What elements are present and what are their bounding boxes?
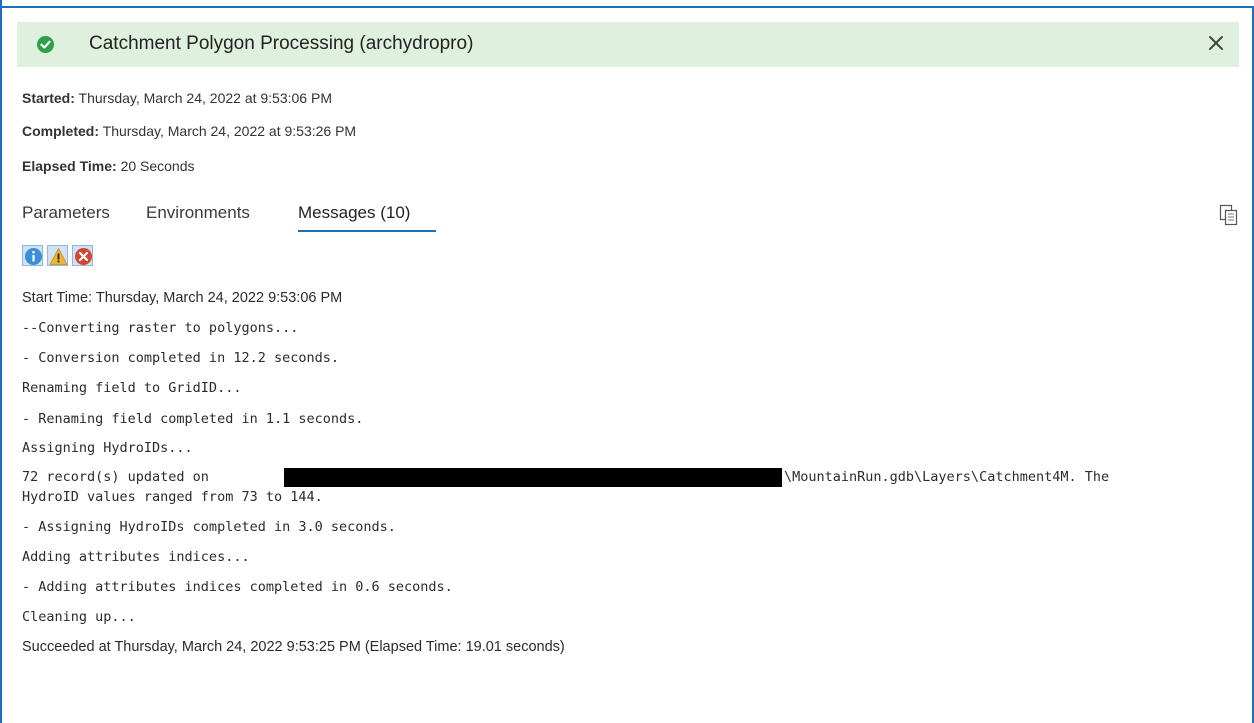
geoprocessing-details-window: Catchment Polygon Processing (archydropr… <box>0 0 1254 723</box>
info-icon <box>25 248 42 265</box>
copy-icon[interactable] <box>1219 204 1239 226</box>
close-icon[interactable] <box>1205 32 1227 54</box>
error-icon <box>75 248 92 265</box>
window-border-left <box>0 6 2 723</box>
active-tab-indicator <box>298 230 436 232</box>
check-circle-icon <box>37 36 54 53</box>
completed-row: Completed: Thursday, March 24, 2022 at 9… <box>22 123 356 139</box>
error-filter-button[interactable] <box>72 245 93 266</box>
message-line: Succeeded at Thursday, March 24, 2022 9:… <box>22 639 565 655</box>
completed-label: Completed: <box>22 123 99 139</box>
details-panel: Catchment Polygon Processing (archydropr… <box>17 22 1239 723</box>
info-filter-button[interactable] <box>22 245 43 266</box>
tab-messages[interactable]: Messages (10) <box>298 203 410 223</box>
warning-icon <box>49 247 68 265</box>
message-line: Cleaning up... <box>22 609 136 625</box>
message-line: Assigning HydroIDs... <box>22 440 193 456</box>
message-line: Adding attributes indices... <box>22 549 250 565</box>
message-line: Start Time: Thursday, March 24, 2022 9:5… <box>22 290 343 306</box>
started-row: Started: Thursday, March 24, 2022 at 9:5… <box>22 90 332 106</box>
window-border-top <box>0 6 1254 8</box>
completed-value: Thursday, March 24, 2022 at 9:53:26 PM <box>102 123 357 139</box>
message-line-path: \MountainRun.gdb\Layers\Catchment4M. The <box>784 469 1110 485</box>
message-line: --Converting raster to polygons... <box>22 320 299 336</box>
message-line: Renaming field to GridID... <box>22 380 242 396</box>
message-line: - Assigning HydroIDs completed in 3.0 se… <box>22 519 396 535</box>
message-line: 72 record(s) updated on <box>22 469 209 485</box>
tab-parameters[interactable]: Parameters <box>22 203 110 223</box>
elapsed-label: Elapsed Time: <box>22 158 117 174</box>
started-label: Started: <box>22 90 75 106</box>
message-line: - Renaming field completed in 1.1 second… <box>22 411 364 427</box>
started-value: Thursday, March 24, 2022 at 9:53:06 PM <box>78 90 332 106</box>
message-line: HydroID values ranged from 73 to 144. <box>22 489 323 505</box>
message-line: - Conversion completed in 12.2 seconds. <box>22 350 339 366</box>
tab-environments[interactable]: Environments <box>146 203 250 223</box>
tool-title: Catchment Polygon Processing (archydropr… <box>89 33 474 54</box>
status-header: Catchment Polygon Processing (archydropr… <box>17 22 1239 67</box>
redacted-path <box>284 468 782 487</box>
elapsed-value: 20 Seconds <box>120 158 195 174</box>
message-line: - Adding attributes indices completed in… <box>22 579 453 595</box>
warning-filter-button[interactable] <box>47 245 68 266</box>
elapsed-row: Elapsed Time: 20 Seconds <box>22 158 195 174</box>
